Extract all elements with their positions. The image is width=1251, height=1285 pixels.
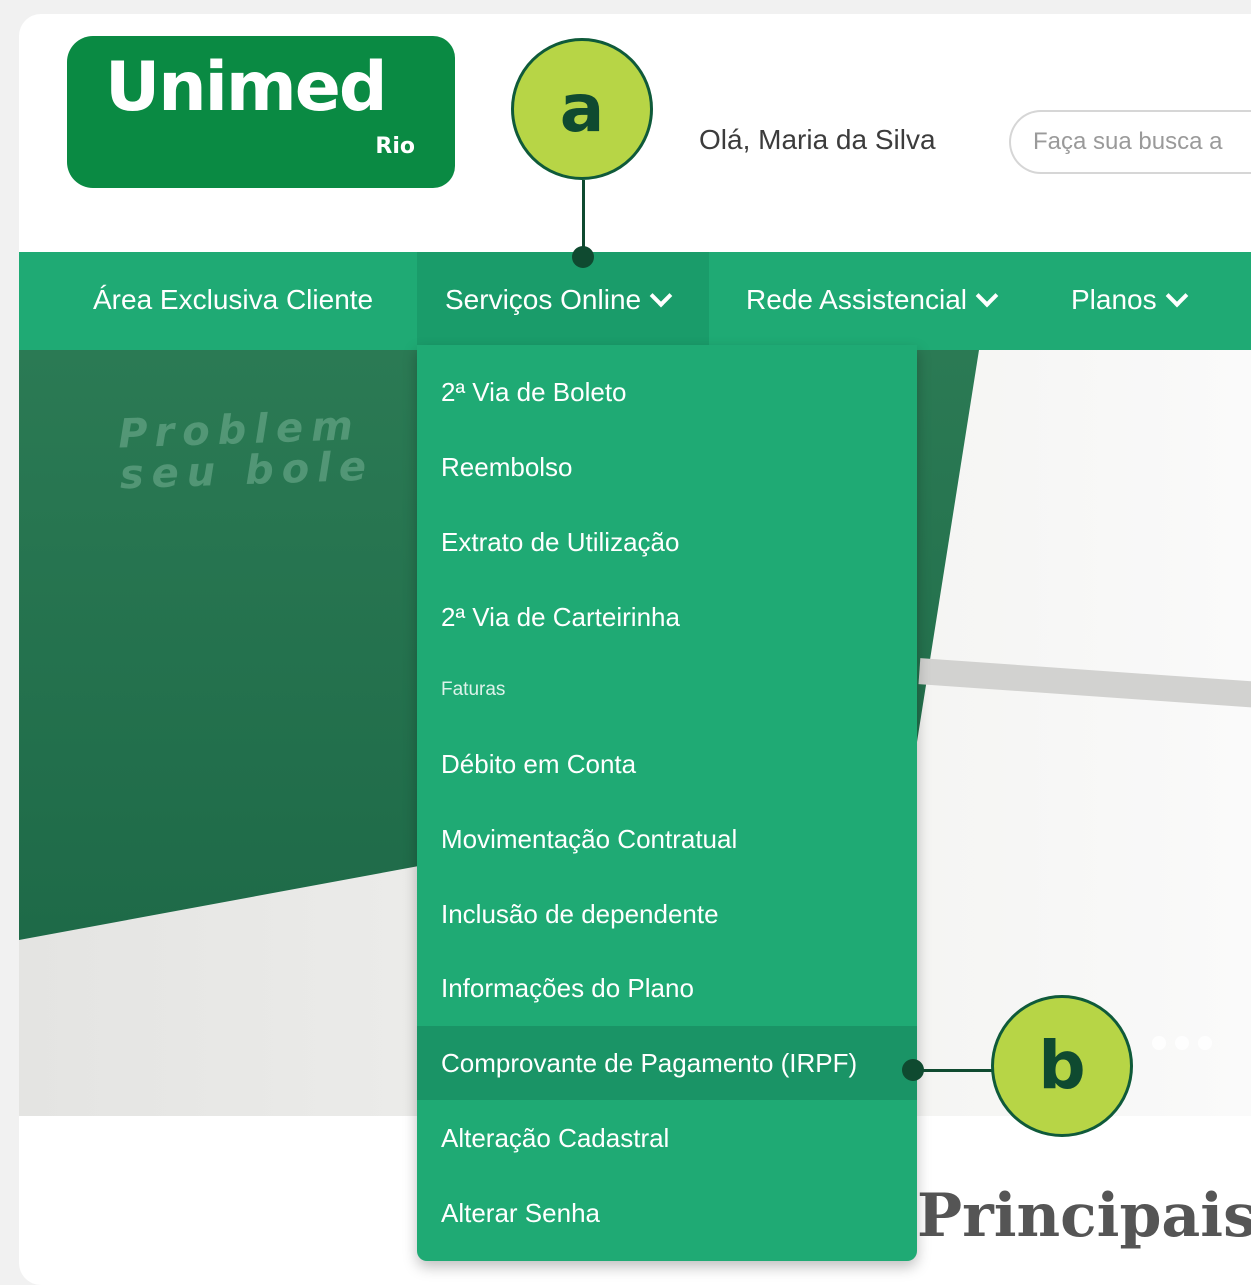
carousel-dot[interactable]	[1152, 1036, 1166, 1050]
menu-item-segunda-via-carteirinha[interactable]: 2ª Via de Carteirinha	[417, 580, 917, 654]
user-greeting: Olá, Maria da Silva	[699, 124, 936, 155]
menu-item-alterar-senha[interactable]: Alterar Senha	[417, 1176, 917, 1250]
chevron-down-icon	[649, 284, 673, 308]
banner-text-line: seu bole	[118, 443, 375, 499]
search-placeholder: Faça sua busca a	[1033, 128, 1223, 155]
nav-label: Área Exclusiva Cliente	[93, 284, 374, 315]
chevron-down-icon	[1165, 284, 1188, 308]
carousel-dot[interactable]	[1198, 1036, 1212, 1050]
nav-servicos-online[interactable]: Serviços Online	[417, 252, 709, 348]
menu-item-alteracao-cadastral[interactable]: Alteração Cadastral	[417, 1101, 917, 1175]
callout-a-badge: a	[511, 38, 653, 180]
nav-planos[interactable]: Planos	[1071, 252, 1188, 348]
nav-label: Serviços Online	[445, 284, 642, 315]
menu-item-reembolso[interactable]: Reembolso	[417, 430, 917, 504]
menu-item-movimentacao-contratual[interactable]: Movimentação Contratual	[417, 802, 917, 876]
callout-a-pin	[572, 246, 594, 268]
banner-headline: Problem seu bole	[118, 403, 375, 499]
nav-label: Rede Assistencial	[746, 284, 968, 315]
nav-rede-assistencial[interactable]: Rede Assistencial	[746, 252, 999, 348]
carousel-dot[interactable]	[1175, 1036, 1189, 1050]
menu-item-comprovante-pagamento-irpf[interactable]: Comprovante de Pagamento (IRPF)	[417, 1026, 917, 1100]
callout-b-pin	[902, 1059, 924, 1081]
banner-decoration	[918, 658, 1251, 708]
nav-area-exclusiva-cliente[interactable]: Área Exclusiva Cliente	[93, 252, 373, 348]
menu-item-inclusao-dependente[interactable]: Inclusão de dependente	[417, 877, 917, 951]
menu-item-faturas[interactable]: Faturas	[417, 653, 917, 727]
section-heading: Principais	[917, 1181, 1251, 1251]
callout-b-badge: b	[991, 995, 1133, 1137]
menu-item-extrato-utilizacao[interactable]: Extrato de Utilização	[417, 505, 917, 579]
logo-wordmark: Unimed	[105, 48, 388, 127]
menu-item-debito-em-conta[interactable]: Débito em Conta	[417, 727, 917, 801]
servicos-online-dropdown: 2ª Via de Boleto Reembolso Extrato de Ut…	[417, 345, 917, 1261]
logo-subtitle: Rio	[375, 134, 415, 159]
unimed-logo[interactable]: Unimed Rio	[67, 36, 455, 188]
menu-item-segunda-via-boleto[interactable]: 2ª Via de Boleto	[417, 355, 917, 429]
chevron-down-icon	[975, 284, 999, 308]
menu-item-informacoes-plano[interactable]: Informações do Plano	[417, 951, 917, 1025]
main-navbar: Área Exclusiva Cliente Serviços Online R…	[19, 252, 1251, 350]
nav-label: Planos	[1071, 284, 1157, 315]
search-input[interactable]: Faça sua busca a	[1009, 110, 1251, 174]
